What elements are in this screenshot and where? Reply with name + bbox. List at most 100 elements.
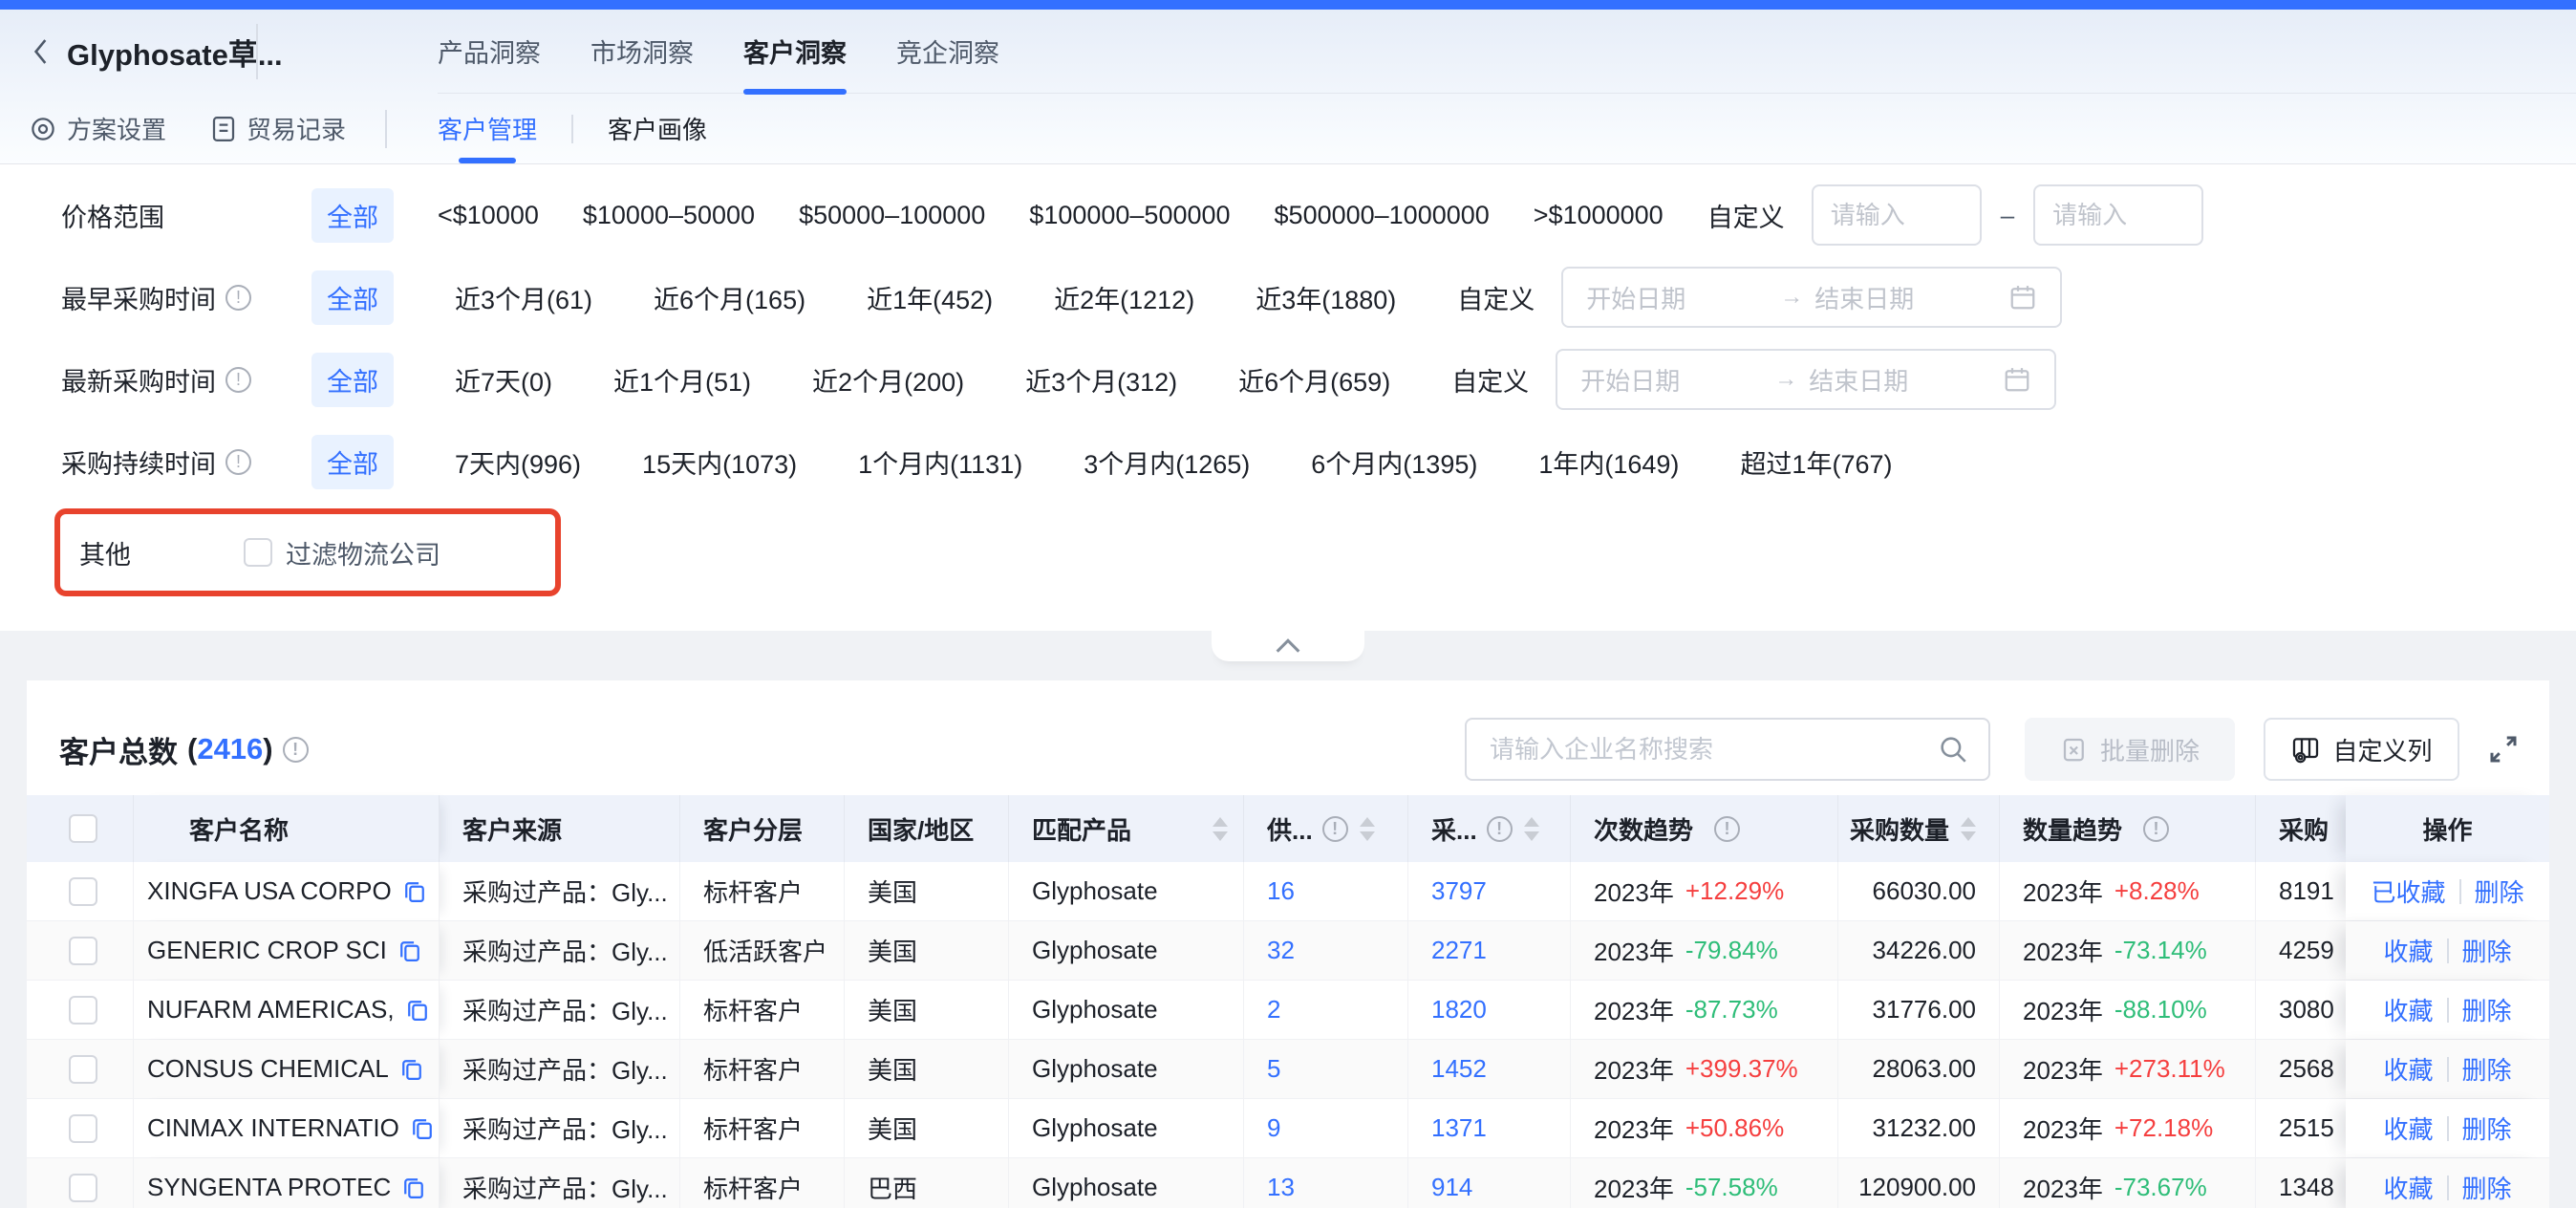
suppliers-count-link[interactable]: 13 xyxy=(1244,1158,1408,1208)
sort-icon[interactable] xyxy=(1360,817,1375,841)
earliest-custom-label[interactable]: 自定义 xyxy=(1457,279,1535,316)
purchases-count-link[interactable]: 1371 xyxy=(1408,1099,1571,1157)
price-min-input[interactable] xyxy=(1812,184,1982,246)
info-icon[interactable] xyxy=(225,449,251,475)
back-icon[interactable] xyxy=(29,34,54,69)
info-icon[interactable] xyxy=(2143,816,2169,842)
earliest-option[interactable]: 近2年(1212) xyxy=(1054,279,1194,316)
suppliers-count-link[interactable]: 9 xyxy=(1244,1099,1408,1157)
sort-icon[interactable] xyxy=(1961,817,1976,841)
row-checkbox[interactable] xyxy=(69,1114,97,1143)
filter-logistics-label[interactable]: 过滤物流公司 xyxy=(286,534,440,572)
suppliers-count-link[interactable]: 5 xyxy=(1244,1040,1408,1098)
info-icon[interactable] xyxy=(1322,816,1348,842)
latest-option[interactable]: 近2个月(200) xyxy=(812,361,964,399)
subtab-customer-profile[interactable]: 客户画像 xyxy=(608,94,707,163)
trade-records-button[interactable]: 贸易记录 xyxy=(210,111,346,146)
favorite-link[interactable]: 收藏 xyxy=(2383,1170,2433,1205)
price-option[interactable]: $500000–1000000 xyxy=(1275,201,1490,230)
price-option[interactable]: $50000–100000 xyxy=(799,201,985,230)
company-search-input[interactable] xyxy=(1490,735,1937,765)
sort-icon[interactable] xyxy=(1213,817,1228,841)
tab-competitor-insight[interactable]: 竞企洞察 xyxy=(896,10,999,93)
earliest-option[interactable]: 近1年(452) xyxy=(867,279,993,316)
earliest-option[interactable]: 近3年(1880) xyxy=(1256,279,1396,316)
search-icon[interactable] xyxy=(1937,733,1969,766)
duration-option[interactable]: 6个月内(1395) xyxy=(1311,443,1477,481)
price-option[interactable]: $10000–50000 xyxy=(583,201,755,230)
tab-market-insight[interactable]: 市场洞察 xyxy=(590,10,694,93)
tab-product-insight[interactable]: 产品洞察 xyxy=(438,10,541,93)
latest-option[interactable]: 近3个月(312) xyxy=(1025,361,1177,399)
earliest-option[interactable]: 近6个月(165) xyxy=(654,279,805,316)
custom-columns-button[interactable]: 自定义列 xyxy=(2264,718,2459,781)
duration-option[interactable]: 7天内(996) xyxy=(455,443,581,481)
favorite-link[interactable]: 收藏 xyxy=(2383,992,2433,1027)
copy-icon[interactable] xyxy=(409,1115,436,1142)
latest-option[interactable]: 近7天(0) xyxy=(455,361,552,399)
info-icon[interactable] xyxy=(1714,816,1740,842)
sort-icon[interactable] xyxy=(1524,817,1539,841)
duration-option[interactable]: 超过1年(767) xyxy=(1740,443,1892,481)
earliest-date-range-picker[interactable]: 开始日期 结束日期 xyxy=(1561,267,2062,328)
purchases-count-link[interactable]: 2271 xyxy=(1408,921,1571,980)
duration-option[interactable]: 全部 xyxy=(311,435,394,489)
duration-option[interactable]: 1年内(1649) xyxy=(1538,443,1679,481)
duration-option[interactable]: 1个月内(1131) xyxy=(858,443,1022,481)
delete-link[interactable]: 删除 xyxy=(2462,1051,2512,1087)
customer-name[interactable]: XINGFA USA CORPO xyxy=(147,876,392,906)
delete-link[interactable]: 删除 xyxy=(2462,1111,2512,1146)
fullscreen-button[interactable] xyxy=(2486,732,2521,766)
row-checkbox[interactable] xyxy=(69,1174,97,1202)
latest-date-range-picker[interactable]: 开始日期 结束日期 xyxy=(1556,349,2056,410)
customer-name[interactable]: CINMAX INTERNATIO xyxy=(147,1113,399,1143)
customer-name[interactable]: CONSUS CHEMICAL xyxy=(147,1054,389,1084)
customer-name[interactable]: SYNGENTA PROTEC xyxy=(147,1173,391,1202)
favorite-link[interactable]: 收藏 xyxy=(2383,1111,2433,1146)
purchases-count-link[interactable]: 914 xyxy=(1408,1158,1571,1208)
price-option[interactable]: $100000–500000 xyxy=(1029,201,1230,230)
latest-option[interactable]: 近1个月(51) xyxy=(613,361,751,399)
select-all-checkbox[interactable] xyxy=(69,814,97,843)
copy-icon[interactable] xyxy=(398,1056,425,1083)
suppliers-count-link[interactable]: 2 xyxy=(1244,981,1408,1039)
info-icon[interactable] xyxy=(225,285,251,311)
price-option[interactable]: >$1000000 xyxy=(1534,201,1664,230)
row-checkbox[interactable] xyxy=(69,937,97,965)
price-option[interactable]: 全部 xyxy=(311,188,394,243)
subtab-customer-management[interactable]: 客户管理 xyxy=(438,94,537,163)
price-option[interactable]: <$10000 xyxy=(438,201,539,230)
purchases-count-link[interactable]: 3797 xyxy=(1408,862,1571,920)
batch-delete-button[interactable]: 批量删除 xyxy=(2025,718,2235,781)
latest-option[interactable]: 近6个月(659) xyxy=(1238,361,1390,399)
row-checkbox[interactable] xyxy=(69,1055,97,1084)
price-max-input[interactable] xyxy=(2033,184,2203,246)
info-icon[interactable] xyxy=(225,367,251,393)
copy-icon[interactable] xyxy=(404,997,431,1024)
customer-name[interactable]: NUFARM AMERICAS, xyxy=(147,995,395,1025)
favorite-link[interactable]: 收藏 xyxy=(2383,1051,2433,1087)
favorite-link[interactable]: 已收藏 xyxy=(2371,874,2445,909)
suppliers-count-link[interactable]: 32 xyxy=(1244,921,1408,980)
duration-option[interactable]: 15天内(1073) xyxy=(642,443,797,481)
latest-option[interactable]: 全部 xyxy=(311,353,394,407)
copy-icon[interactable] xyxy=(401,878,428,905)
suppliers-count-link[interactable]: 16 xyxy=(1244,862,1408,920)
collapse-filters-button[interactable] xyxy=(1212,631,1364,661)
info-icon[interactable] xyxy=(1487,816,1513,842)
latest-custom-label[interactable]: 自定义 xyxy=(1451,361,1529,399)
tab-customer-insight[interactable]: 客户洞察 xyxy=(743,10,847,93)
delete-link[interactable]: 删除 xyxy=(2462,992,2512,1027)
customer-name[interactable]: GENERIC CROP SCI xyxy=(147,936,387,965)
price-custom-label[interactable]: 自定义 xyxy=(1707,197,1785,234)
duration-option[interactable]: 3个月内(1265) xyxy=(1084,443,1250,481)
copy-icon[interactable] xyxy=(397,938,423,964)
delete-link[interactable]: 删除 xyxy=(2475,874,2524,909)
purchases-count-link[interactable]: 1820 xyxy=(1408,981,1571,1039)
delete-link[interactable]: 删除 xyxy=(2462,933,2512,968)
earliest-option[interactable]: 全部 xyxy=(311,270,394,325)
delete-link[interactable]: 删除 xyxy=(2462,1170,2512,1205)
earliest-option[interactable]: 近3个月(61) xyxy=(455,279,592,316)
row-checkbox[interactable] xyxy=(69,877,97,906)
scheme-settings-button[interactable]: 方案设置 xyxy=(29,111,166,146)
